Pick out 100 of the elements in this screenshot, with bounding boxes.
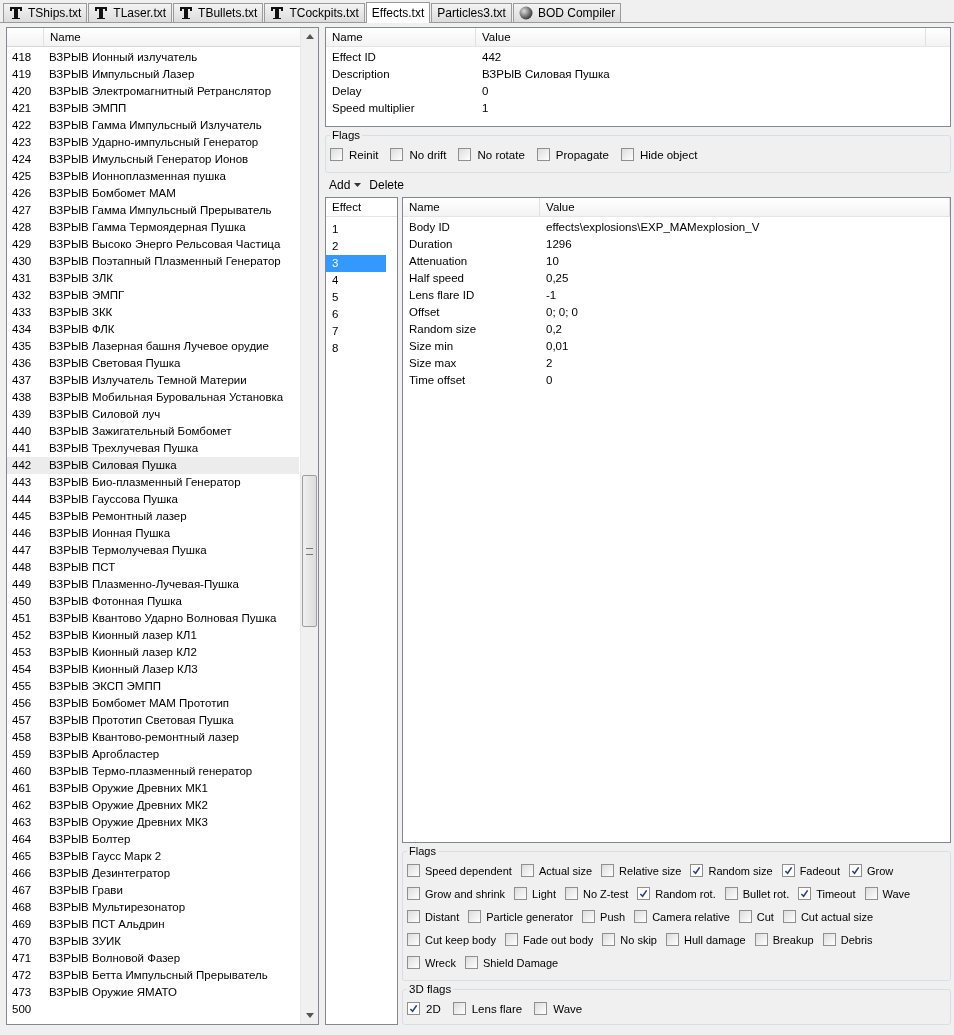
tab[interactable]: Effects.txt [365, 2, 431, 23]
property-value[interactable]: 442 [476, 49, 926, 66]
list-row[interactable]: 456 ВЗРЫВ Бомбомет МАМ Прототип [7, 695, 299, 712]
list-row[interactable]: 442 ВЗРЫВ Силовая Пушка [7, 457, 299, 474]
property-value[interactable]: effects\explosions\EXP_MAMexplosion_V [540, 219, 950, 236]
property-value[interactable]: ВЗРЫВ Силовая Пушка [476, 66, 926, 83]
checkbox[interactable]: Push [582, 910, 626, 923]
list-row[interactable]: 423 ВЗРЫВ Ударно-импульсный Генератор [7, 134, 299, 151]
list-row[interactable]: 447 ВЗРЫВ Термолучевая Пушка [7, 542, 299, 559]
list-row[interactable]: 473 ВЗРЫВ Оружие ЯМАТО [7, 984, 299, 1001]
property-value[interactable]: 0 [476, 83, 926, 100]
tab[interactable]: TBullets.txt [173, 3, 264, 22]
list-row[interactable]: 453 ВЗРЫВ Кионный лазер КЛ2 [7, 644, 299, 661]
list-row[interactable]: 463 ВЗРЫВ Оружие Древних МК3 [7, 814, 299, 831]
checkbox[interactable]: Random rot. [637, 887, 716, 900]
checkbox[interactable]: No Z-test [564, 887, 629, 900]
list-row[interactable]: 424 ВЗРЫВ Имульсный Генератор Ионов [7, 151, 299, 168]
property-value[interactable]: 0; 0; 0 [540, 304, 950, 321]
list-row[interactable]: 455 ВЗРЫВ ЭКСП ЭМПП [7, 678, 299, 695]
checkbox[interactable]: Cut [738, 910, 774, 923]
list-row[interactable]: 425 ВЗРЫВ Ионноплазменная пушка [7, 168, 299, 185]
tab[interactable]: Particles3.txt [431, 3, 512, 22]
checkbox[interactable]: 2D [407, 1002, 441, 1015]
checkbox[interactable]: Camera relative [634, 910, 730, 923]
property-value[interactable]: 2 [540, 355, 950, 372]
column-header[interactable]: Effect [332, 201, 362, 213]
checkbox[interactable]: No drift [390, 148, 447, 161]
property-value[interactable]: 10 [540, 253, 950, 270]
delete-button[interactable]: Delete [367, 177, 407, 193]
list-row[interactable]: 462 ВЗРЫВ Оружие Древних МК2 [7, 797, 299, 814]
list-row[interactable]: 420 ВЗРЫВ Электромагнитный Ретранслятор [7, 83, 299, 100]
checkbox[interactable]: Hull damage [665, 933, 746, 946]
column-header[interactable]: Name [326, 28, 476, 46]
list-item[interactable]: 7 [326, 323, 386, 340]
checkbox[interactable]: Fadeout [781, 864, 840, 877]
list-item[interactable]: 5 [326, 289, 386, 306]
checkbox[interactable]: Hide object [620, 148, 698, 161]
list-row[interactable]: 419 ВЗРЫВ Импульсный Лазер [7, 66, 299, 83]
list-row[interactable]: 467 ВЗРЫВ Грави [7, 882, 299, 899]
list-row[interactable]: 461 ВЗРЫВ Оружие Древних МК1 [7, 780, 299, 797]
checkbox[interactable]: Cut keep body [407, 933, 496, 946]
list-row[interactable]: 444 ВЗРЫВ Гауссова Пушка [7, 491, 299, 508]
list-row[interactable]: 427 ВЗРЫВ Гамма Импульсный Прерыватель [7, 202, 299, 219]
checkbox[interactable]: Reinit [330, 148, 379, 161]
checkbox[interactable]: Particle generator [468, 910, 574, 923]
checkbox[interactable]: Cut actual size [782, 910, 874, 923]
checkbox[interactable]: Relative size [601, 864, 682, 877]
property-value[interactable]: 1 [476, 100, 926, 117]
list-row[interactable]: 428 ВЗРЫВ Гамма Термоядерная Пушка [7, 219, 299, 236]
checkbox[interactable]: Wave [534, 1002, 583, 1015]
list-row[interactable]: 440 ВЗРЫВ Зажигательный Бомбомет [7, 423, 299, 440]
checkbox[interactable]: Bullet rot. [724, 887, 790, 900]
list-row[interactable]: 451 ВЗРЫВ Квантово Ударно Волновая Пушка [7, 610, 299, 627]
checkbox[interactable]: Light [514, 887, 556, 900]
list-row[interactable]: 468 ВЗРЫВ Мультирезонатор [7, 899, 299, 916]
list-row[interactable]: 438 ВЗРЫВ Мобильная Буровальная Установка [7, 389, 299, 406]
list-row[interactable]: 460 ВЗРЫВ Термо-плазменный генератор [7, 763, 299, 780]
checkbox[interactable]: Random size [690, 864, 773, 877]
property-value[interactable]: -1 [540, 287, 950, 304]
list-item[interactable]: 2 [326, 238, 386, 255]
column-header[interactable]: Name [403, 198, 541, 216]
checkbox[interactable]: No skip [602, 933, 657, 946]
list-row[interactable]: 450 ВЗРЫВ Фотонная Пушка [7, 593, 299, 610]
property-value[interactable]: 0 [540, 372, 950, 389]
list-row[interactable]: 436 ВЗРЫВ Световая Пушка [7, 355, 299, 372]
list-row[interactable]: 452 ВЗРЫВ Кионный лазер КЛ1 [7, 627, 299, 644]
list-row[interactable]: 466 ВЗРЫВ Дезинтегратор [7, 865, 299, 882]
list-item[interactable]: 8 [326, 340, 386, 357]
list-row[interactable]: 464 ВЗРЫВ Болтер [7, 831, 299, 848]
checkbox[interactable]: Timeout [798, 887, 856, 900]
checkbox[interactable]: Fade out body [504, 933, 594, 946]
checkbox[interactable]: Wreck [407, 956, 456, 969]
checkbox[interactable]: Grow [849, 864, 894, 877]
list-row[interactable]: 429 ВЗРЫВ Высоко Энерго Рельсовая Частица [7, 236, 299, 253]
property-value[interactable]: 0,01 [540, 338, 950, 355]
property-value[interactable]: 0,25 [540, 270, 950, 287]
property-value[interactable]: 1296 [540, 236, 950, 253]
list-row[interactable]: 469 ВЗРЫВ ПСТ Альдрин [7, 916, 299, 933]
list-row[interactable]: 430 ВЗРЫВ Поэтапный Плазменный Генератор [7, 253, 299, 270]
list-row[interactable]: 500 [7, 1001, 299, 1018]
list-row[interactable]: 459 ВЗРЫВ Аргобластер [7, 746, 299, 763]
scrollbar-thumb[interactable] [302, 475, 317, 627]
tab[interactable]: TLaser.txt [88, 3, 173, 22]
list-row[interactable]: 457 ВЗРЫВ Прототип Световая Пушка [7, 712, 299, 729]
list-item[interactable]: 1 [326, 221, 386, 238]
list-row[interactable]: 421 ВЗРЫВ ЭМПП [7, 100, 299, 117]
checkbox[interactable]: Wave [864, 887, 911, 900]
checkbox[interactable]: Shield Damage [464, 956, 559, 969]
add-dropdown-button[interactable]: Add [327, 177, 364, 193]
list-row[interactable]: 441 ВЗРЫВ Трехлучевая Пушка [7, 440, 299, 457]
tab[interactable]: TShips.txt [3, 3, 88, 22]
list-item[interactable]: 6 [326, 306, 386, 323]
checkbox[interactable]: Lens flare [452, 1002, 523, 1015]
list-item[interactable]: 4 [326, 272, 386, 289]
list-row[interactable]: 446 ВЗРЫВ Ионная Пушка [7, 525, 299, 542]
tab[interactable]: TCockpits.txt [264, 3, 365, 22]
checkbox[interactable]: Breakup [754, 933, 814, 946]
list-row[interactable]: 458 ВЗРЫВ Квантово-ремонтный лазер [7, 729, 299, 746]
list-row[interactable]: 434 ВЗРЫВ ФЛК [7, 321, 299, 338]
list-row[interactable]: 433 ВЗРЫВ ЗКК [7, 304, 299, 321]
